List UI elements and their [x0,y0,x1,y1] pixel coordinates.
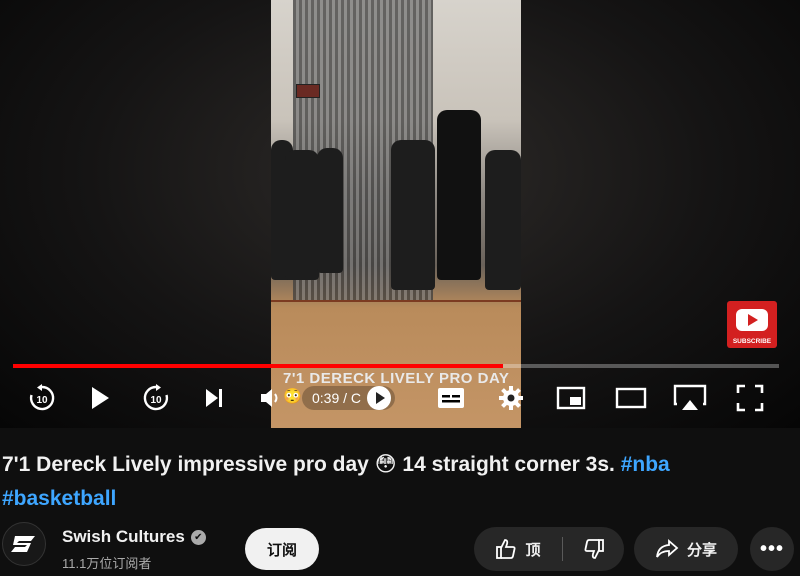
forward-10-icon: 10 [143,384,169,411]
spectator [485,150,521,290]
theater-mode-button[interactable] [612,380,650,416]
miniplayer-icon [556,386,586,410]
fullscreen-icon [736,384,764,412]
share-label: 分享 [686,541,717,559]
svg-text:10: 10 [150,395,162,406]
share-icon [656,539,679,558]
like-label: 顶 [525,541,541,559]
airplay-icon [673,384,707,410]
next-button[interactable] [196,380,232,416]
channel-name[interactable]: Swish Cultures ✔ [62,527,206,547]
progress-played [13,364,504,368]
forward-10-button[interactable]: 10 [138,380,174,416]
airplay-button[interactable] [670,380,710,416]
spectator [317,148,343,273]
gear-icon [499,386,523,410]
subscriber-count: 11.1万位订阅者 [62,556,152,571]
theater-icon [615,387,647,409]
hashtag-link[interactable]: #nba [621,453,670,476]
closed-captions-icon [438,388,464,408]
volume-icon [261,389,278,407]
channel-logo-icon [11,536,35,552]
exit-sign [296,84,320,98]
subscribe-button[interactable]: 订阅 [245,528,319,570]
settings-button[interactable] [492,380,530,416]
captions-button[interactable] [432,380,470,416]
svg-text:10: 10 [36,395,48,406]
play-chip-icon[interactable] [367,386,392,410]
spectator [285,150,319,280]
verified-badge-icon: ✔ [190,529,206,545]
hashtag-link[interactable]: #basketball [2,487,116,510]
like-button[interactable]: 顶 [474,527,562,571]
like-dislike-group: 顶 [474,527,624,571]
volume-button[interactable] [254,380,290,416]
rewind-10-icon: 10 [29,384,55,411]
thumbs-up-icon [496,539,516,559]
skip-next-icon [206,389,222,407]
channel-name-text[interactable]: Swish Cultures [62,527,185,547]
play-button[interactable] [82,380,118,416]
spectator [391,140,435,290]
play-icon [92,387,109,409]
rewind-10-button[interactable]: 10 [24,380,60,416]
video-player[interactable]: 7'1 DERECK LIVELY PRO DAY 😳 SUBSCRIBE 10… [0,0,800,428]
time-display: 0:39 / C [302,386,396,410]
more-actions-button[interactable]: ••• [750,527,794,571]
progress-bar[interactable] [13,364,779,368]
youtube-play-icon [736,309,768,331]
current-time: 0:39 / C [312,390,362,406]
court-line [271,300,521,302]
video-title: 7'1 Dereck Lively impressive pro day 😳 1… [2,448,792,516]
dislike-button[interactable] [563,527,624,571]
watermark-label: SUBSCRIBE [732,338,772,345]
video-title-text: 7'1 Dereck Lively impressive pro day 😳 1… [2,453,615,476]
thumbs-down-icon [584,539,604,559]
player-controls: 10 10 0:39 / C [0,372,800,424]
shooter [437,110,481,280]
subscribe-watermark[interactable]: SUBSCRIBE [727,301,777,348]
miniplayer-button[interactable] [552,380,590,416]
share-button[interactable]: 分享 [634,527,738,571]
channel-avatar[interactable] [2,522,46,566]
fullscreen-button[interactable] [730,380,770,416]
